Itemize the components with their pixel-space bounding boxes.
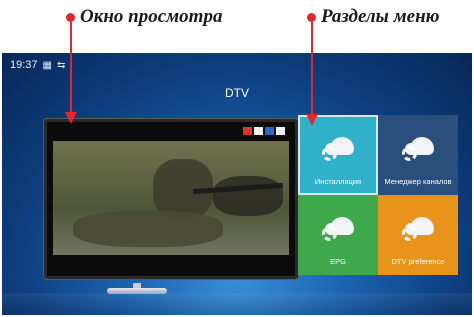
- menu-sections-label: Разделы меню: [321, 6, 440, 27]
- cloud-gear-icon: [322, 133, 354, 163]
- cloud-gear-icon: [402, 133, 434, 163]
- logo-block: [265, 127, 274, 135]
- floor-reflection: [2, 293, 472, 315]
- channel-logo: [243, 127, 285, 135]
- menu-sections: Инсталляция Менеджер каналов EPG DTV pre…: [298, 115, 462, 279]
- tv-screen: 19:37 ▦ ⇆ DTV Инсталляция Менеджер канал…: [2, 53, 472, 315]
- left-arrow-head: [65, 112, 77, 124]
- usb-icon: ⇆: [56, 59, 66, 71]
- cloud-gear-icon: [322, 213, 354, 243]
- gear-part: [402, 146, 417, 161]
- left-arrow-line: [70, 22, 72, 114]
- tile-epg[interactable]: EPG: [298, 195, 378, 275]
- video-preview: [53, 141, 289, 255]
- video-shape: [73, 211, 223, 247]
- gear-part: [322, 146, 337, 161]
- tile-label: Менеджер каналов: [384, 177, 452, 186]
- preview-window-label: Окно просмотра: [80, 6, 223, 27]
- right-arrow-line: [311, 22, 313, 116]
- tile-installation[interactable]: Инсталляция: [298, 115, 378, 195]
- picture-icon: ▦: [42, 59, 52, 71]
- cloud-gear-icon: [402, 213, 434, 243]
- right-bullet-dot: [307, 13, 316, 22]
- tile-label: DTV preference: [391, 257, 445, 266]
- tile-label: Инсталляция: [314, 177, 362, 186]
- tile-channel-manager[interactable]: Менеджер каналов: [378, 115, 458, 195]
- logo-block: [254, 127, 263, 135]
- right-arrow-head: [306, 114, 318, 126]
- tile-dtv-preference[interactable]: DTV preference: [378, 195, 458, 275]
- gear-part: [402, 226, 417, 241]
- logo-block: [276, 127, 285, 135]
- video-shape: [213, 176, 283, 216]
- tile-label: EPG: [330, 257, 346, 266]
- clock: 19:37: [10, 59, 38, 71]
- logo-block: [243, 127, 252, 135]
- status-bar: 19:37 ▦ ⇆: [10, 59, 65, 71]
- screen-title: DTV: [225, 86, 249, 100]
- preview-window[interactable]: [44, 119, 298, 279]
- gear-part: [322, 226, 337, 241]
- left-bullet-dot: [66, 13, 75, 22]
